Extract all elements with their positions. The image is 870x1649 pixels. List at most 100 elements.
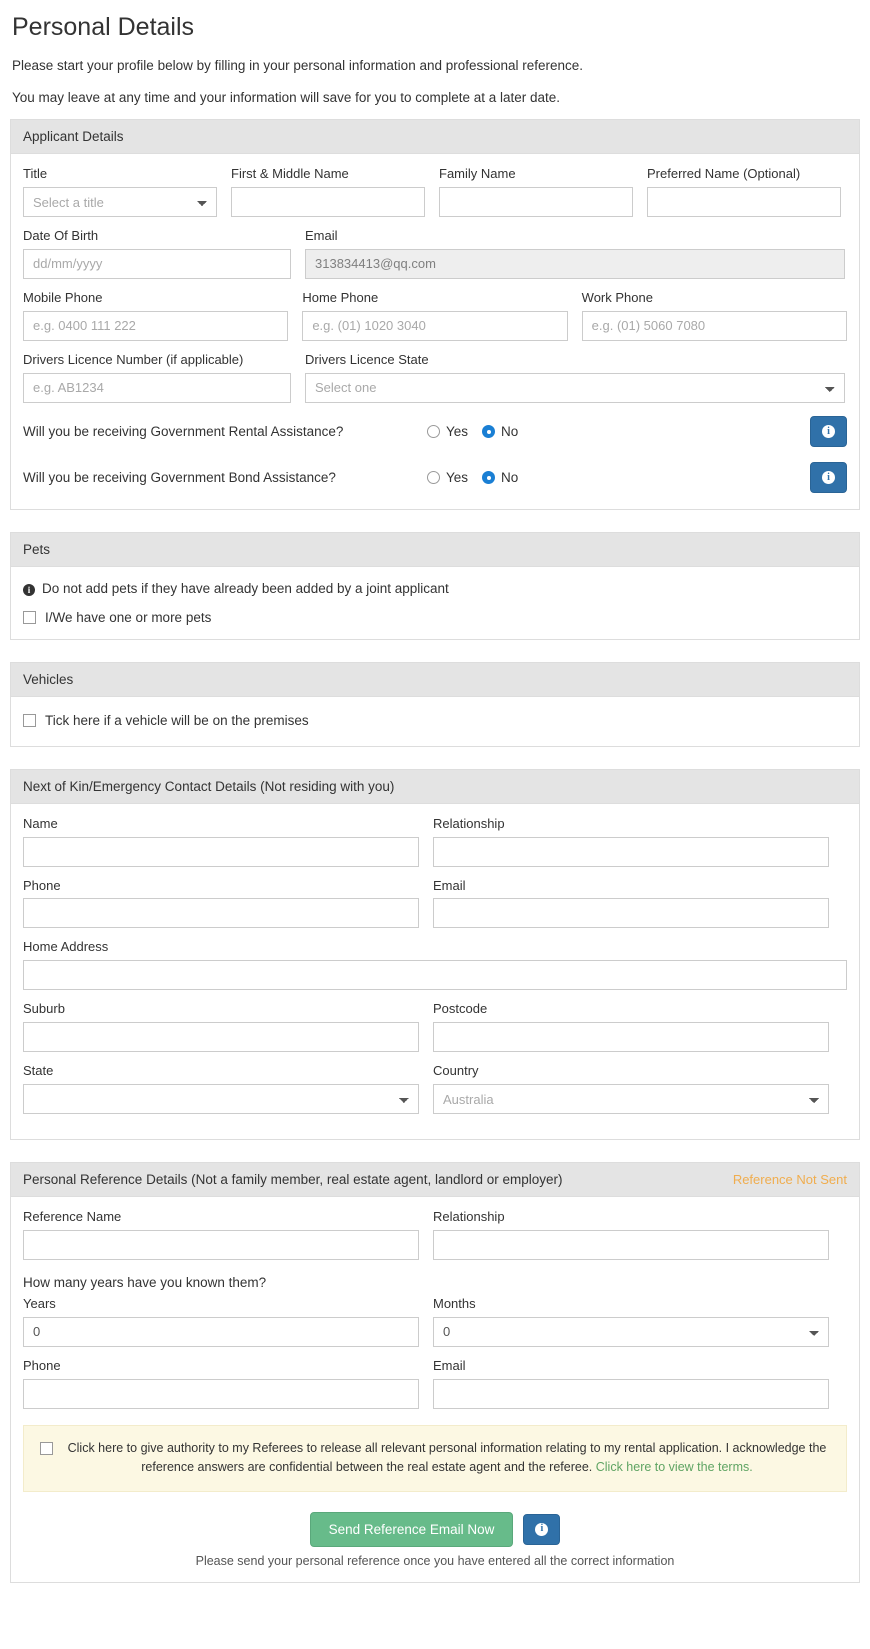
reference-name-input[interactable] <box>23 1230 419 1261</box>
kin-phone-field-group: Phone <box>23 878 419 929</box>
kin-relationship-input[interactable] <box>433 836 829 867</box>
rental-assistance-yes-radio[interactable] <box>427 425 440 439</box>
years-input[interactable] <box>23 1316 419 1347</box>
first-name-label: First & Middle Name <box>231 166 349 182</box>
reference-email-field-group: Email <box>433 1358 829 1409</box>
rental-assistance-question: Will you be receiving Government Rental … <box>23 424 344 440</box>
kin-contact-row: Phone Email <box>23 878 847 929</box>
kin-relationship-field-group: Relationship <box>433 816 829 867</box>
vehicles-checkbox[interactable] <box>23 713 36 727</box>
bond-assistance-question: Will you be receiving Government Bond As… <box>23 470 336 486</box>
kin-state-select[interactable] <box>23 1084 419 1115</box>
preferred-name-input[interactable] <box>647 187 841 218</box>
kin-name-label: Name <box>23 815 58 831</box>
bond-assistance-no-radio[interactable] <box>482 471 496 485</box>
email-label: Email <box>305 228 338 244</box>
name-row: Title Select a title First & Middle Name… <box>23 166 847 218</box>
bond-assistance-info-button[interactable]: i <box>810 462 847 494</box>
licence-state-select[interactable]: Select one <box>305 372 845 403</box>
vehicles-checkbox-label: Tick here if a vehicle will be on the pr… <box>45 712 309 728</box>
send-reference-help-text: Please send your personal reference once… <box>195 1553 675 1568</box>
reference-email-label: Email <box>433 1357 466 1373</box>
bond-assistance-yes-radio[interactable] <box>427 471 440 485</box>
kin-email-field-group: Email <box>433 878 829 929</box>
reference-relationship-field-group: Relationship <box>433 1209 829 1261</box>
reference-name-row: Reference Name Relationship <box>23 1209 847 1261</box>
kin-phone-input[interactable] <box>23 898 419 929</box>
applicant-details-header: Applicant Details <box>11 120 859 155</box>
months-select[interactable]: 0 <box>433 1316 829 1347</box>
home-phone-input[interactable] <box>302 310 568 341</box>
kin-suburb-label: Suburb <box>23 1001 65 1017</box>
reference-authority-text-wrap: Click here to give authority to my Refer… <box>64 1439 830 1478</box>
family-name-input[interactable] <box>439 187 633 218</box>
pets-checkbox-row[interactable]: I/We have one or more pets <box>23 610 847 625</box>
rental-assistance-info-button[interactable]: i <box>810 416 847 448</box>
status-badge: Reference Not Sent <box>732 1172 847 1188</box>
reference-email-input[interactable] <box>433 1378 829 1409</box>
years-months-row: Years Months 0 <box>23 1296 847 1347</box>
kin-relationship-label: Relationship <box>433 815 505 831</box>
first-name-input[interactable] <box>231 187 425 218</box>
pets-header: Pets <box>11 532 859 567</box>
info-icon: i <box>23 583 35 596</box>
bond-assistance-yes-option[interactable]: Yes <box>427 470 468 485</box>
view-terms-link[interactable]: Click here to view the terms. <box>596 1460 753 1474</box>
send-reference-email-button[interactable]: Send Reference Email Now <box>309 1511 514 1547</box>
rental-assistance-no-radio[interactable] <box>482 425 496 439</box>
title-label: Title <box>23 166 48 182</box>
intro-text-primary: Please start your profile below by filli… <box>12 58 584 73</box>
personal-reference-panel: Personal Reference Details (Not a family… <box>10 1162 860 1583</box>
kin-suburb-input[interactable] <box>23 1022 419 1053</box>
phones-row: Mobile Phone Home Phone Work Phone <box>23 290 847 341</box>
months-field-group: Months 0 <box>433 1296 829 1347</box>
email-input <box>305 248 845 279</box>
bond-assistance-yes-label: Yes <box>446 470 469 486</box>
info-icon: i <box>822 471 835 485</box>
next-of-kin-panel: Next of Kin/Emergency Contact Details (N… <box>10 768 860 1141</box>
kin-home-address-input[interactable] <box>23 960 847 991</box>
info-icon: i <box>822 425 835 439</box>
years-label: Years <box>23 1296 56 1312</box>
page-title: Personal Details <box>12 13 195 41</box>
kin-country-select[interactable]: Australia <box>433 1084 829 1115</box>
vehicles-checkbox-row[interactable]: Tick here if a vehicle will be on the pr… <box>23 713 847 728</box>
licence-number-input[interactable] <box>23 372 291 403</box>
vehicles-header: Vehicles <box>11 662 859 697</box>
date-of-birth-label: Date Of Birth <box>23 228 99 244</box>
kin-email-input[interactable] <box>433 898 829 929</box>
mobile-phone-field-group: Mobile Phone <box>23 289 289 341</box>
pets-title: Pets <box>23 541 51 557</box>
send-reference-info-button[interactable]: i <box>523 1513 561 1545</box>
reference-authority-checkbox[interactable] <box>40 1441 53 1455</box>
vehicles-panel: Vehicles Tick here if a vehicle will be … <box>10 661 860 747</box>
applicant-details-title: Applicant Details <box>23 129 124 145</box>
years-field-group: Years <box>23 1296 419 1347</box>
reference-name-field-group: Reference Name <box>23 1209 419 1261</box>
kin-state-country-row: State Country Australia <box>23 1063 847 1115</box>
reference-phone-input[interactable] <box>23 1378 419 1409</box>
applicant-details-body: Title Select a title First & Middle Name… <box>11 154 859 509</box>
family-name-label: Family Name <box>439 166 516 182</box>
rental-assistance-yes-option[interactable]: Yes <box>427 424 468 439</box>
pets-note: i Do not add pets if they have already b… <box>23 581 847 596</box>
work-phone-input[interactable] <box>581 310 847 341</box>
vehicles-body: Tick here if a vehicle will be on the pr… <box>11 697 859 746</box>
next-of-kin-body: Name Relationship Phone Email Home Addre… <box>11 804 859 1139</box>
bond-assistance-no-option[interactable]: No <box>482 470 518 485</box>
personal-reference-title: Personal Reference Details (Not a family… <box>23 1172 563 1188</box>
personal-reference-body: Reference Name Relationship How many yea… <box>11 1197 859 1581</box>
preferred-name-field-group: Preferred Name (Optional) <box>647 166 841 218</box>
mobile-phone-label: Mobile Phone <box>23 289 103 305</box>
kin-name-field-group: Name <box>23 816 419 867</box>
pets-checkbox[interactable] <box>23 610 36 624</box>
mobile-phone-input[interactable] <box>23 310 289 341</box>
work-phone-label: Work Phone <box>581 289 653 305</box>
title-select[interactable]: Select a title <box>23 187 217 218</box>
kin-name-input[interactable] <box>23 836 419 867</box>
reference-relationship-input[interactable] <box>433 1230 829 1261</box>
date-of-birth-input[interactable] <box>23 248 291 279</box>
rental-assistance-no-option[interactable]: No <box>482 424 518 439</box>
kin-postcode-input[interactable] <box>433 1022 829 1053</box>
reference-relationship-label: Relationship <box>433 1209 505 1225</box>
